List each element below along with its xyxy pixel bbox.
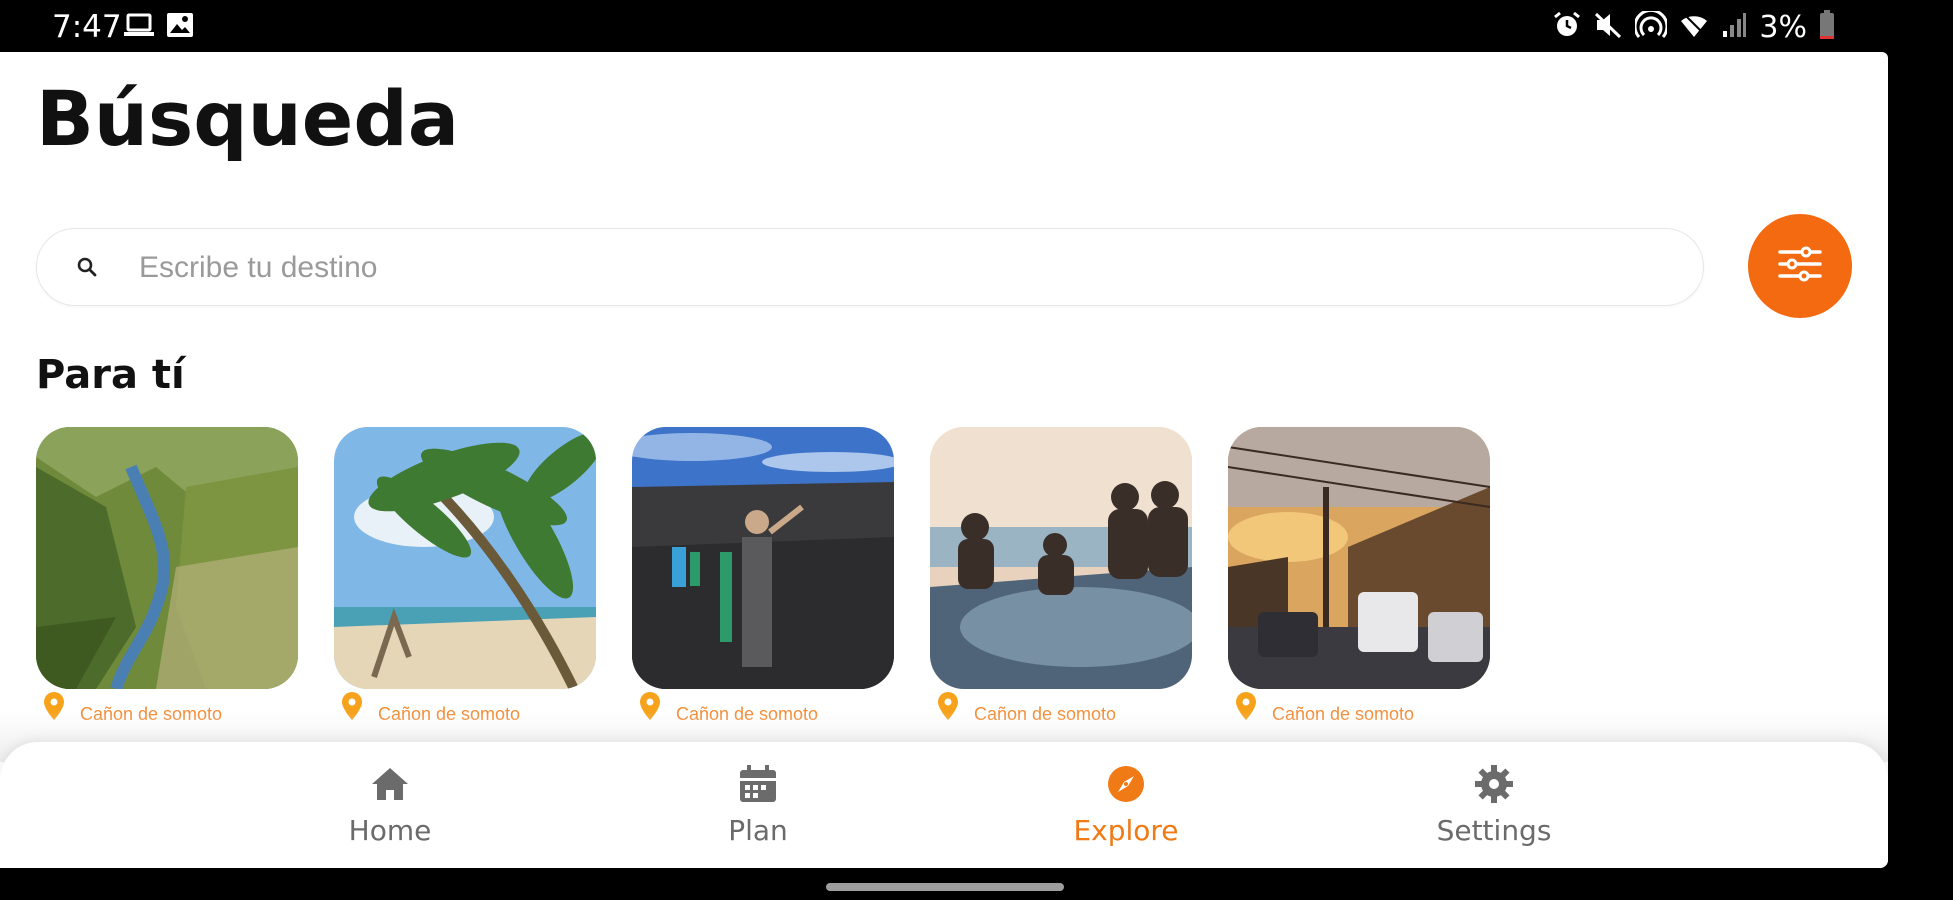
image-icon bbox=[166, 12, 194, 43]
signal-icon bbox=[1721, 11, 1747, 44]
laptop-icon bbox=[124, 12, 154, 43]
nav-label: Explore bbox=[1073, 814, 1179, 847]
palm-beach-photo bbox=[334, 427, 596, 689]
nav-label: Home bbox=[348, 814, 432, 847]
battery-icon bbox=[1819, 10, 1835, 45]
alarm-icon bbox=[1553, 11, 1581, 44]
hotspot-icon bbox=[1633, 8, 1669, 44]
sliders-icon bbox=[1777, 244, 1823, 289]
app-screen: Búsqueda Para tí bbox=[0, 52, 1888, 868]
destination-card[interactable]: Cañon de somoto bbox=[632, 427, 894, 724]
section-title: Para tí bbox=[36, 352, 185, 398]
battery-percent: 3% bbox=[1759, 10, 1807, 45]
nav-item-home[interactable]: Home bbox=[300, 762, 480, 847]
status-time: 7:47 bbox=[52, 9, 122, 45]
nav-label: Plan bbox=[728, 814, 788, 847]
status-left-icons bbox=[124, 12, 194, 43]
destination-card[interactable]: Cañon de somoto bbox=[930, 427, 1192, 724]
status-right-icons: 3% bbox=[1553, 8, 1835, 45]
nav-item-plan[interactable]: Plan bbox=[668, 762, 848, 847]
search-input[interactable] bbox=[137, 243, 1641, 293]
gesture-home-bar[interactable] bbox=[826, 883, 1064, 891]
gear-icon bbox=[1472, 762, 1516, 806]
status-bar: 7:47 3% bbox=[0, 0, 1953, 50]
canyon-river-photo bbox=[36, 427, 298, 689]
search-icon bbox=[75, 255, 99, 279]
page-title: Búsqueda bbox=[36, 74, 460, 163]
compass-icon bbox=[1104, 762, 1148, 806]
destination-card[interactable]: Cañon de somoto bbox=[1228, 427, 1490, 724]
home-icon bbox=[368, 762, 412, 806]
friends-on-rock-photo bbox=[930, 427, 1192, 689]
calendar-icon bbox=[736, 762, 780, 806]
filter-button[interactable] bbox=[1748, 214, 1852, 318]
nav-item-explore[interactable]: Explore bbox=[1036, 762, 1216, 847]
bottom-navigation: Home Plan Explore Settings bbox=[0, 742, 1888, 868]
wifi-icon bbox=[1679, 11, 1709, 44]
nav-label: Settings bbox=[1436, 814, 1552, 847]
volcano-sandboarding-photo bbox=[632, 427, 894, 689]
mute-icon bbox=[1593, 11, 1623, 44]
nav-item-settings[interactable]: Settings bbox=[1404, 762, 1584, 847]
colonial-street-sunset-photo bbox=[1228, 427, 1490, 689]
search-bar[interactable] bbox=[36, 228, 1704, 306]
destination-card[interactable]: Cañon de somoto bbox=[334, 427, 596, 724]
destination-card[interactable]: Cañon de somoto bbox=[36, 427, 298, 724]
